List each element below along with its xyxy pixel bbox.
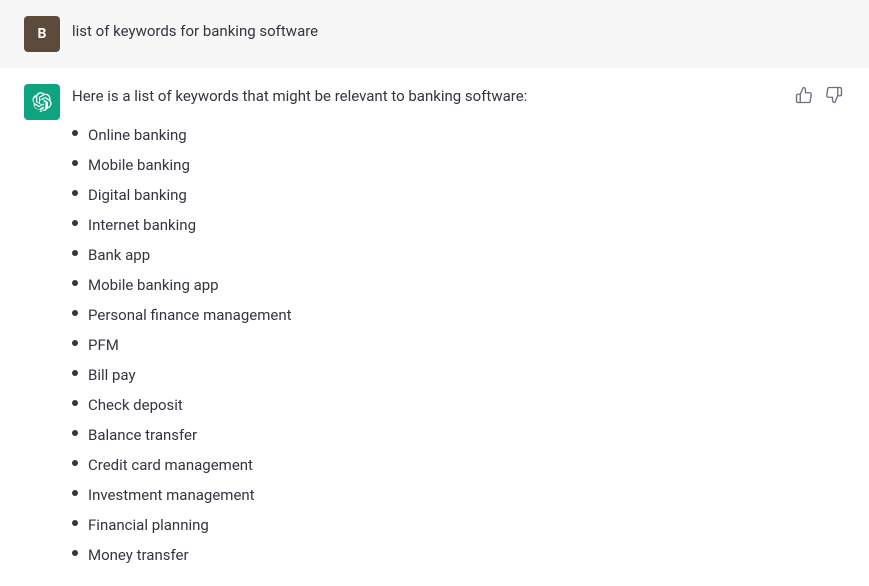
list-item: PFM: [72, 330, 845, 360]
keyword-text: Investment management: [88, 483, 255, 507]
list-item: Investment management: [72, 480, 845, 510]
bullet-icon: [72, 550, 78, 556]
keyword-text: Online banking: [88, 123, 187, 147]
keyword-text: Mobile banking: [88, 153, 190, 177]
list-item: Mobile banking app: [72, 270, 845, 300]
list-item: Bill pay: [72, 360, 845, 390]
keyword-text: Bank app: [88, 243, 150, 267]
thumbs-down-button[interactable]: [823, 84, 845, 106]
keyword-text: Balance transfer: [88, 423, 197, 447]
bullet-icon: [72, 220, 78, 226]
assistant-content: Here is a list of keywords that might be…: [72, 84, 845, 570]
bullet-icon: [72, 460, 78, 466]
user-message-text: list of keywords for banking software: [72, 16, 318, 40]
bullet-icon: [72, 130, 78, 136]
keyword-text: Mobile banking app: [88, 273, 219, 297]
bullet-icon: [72, 280, 78, 286]
avatar-letter: B: [38, 26, 47, 42]
bullet-icon: [72, 490, 78, 496]
keyword-text: Financial planning: [88, 513, 209, 537]
list-item: Mobile banking: [72, 150, 845, 180]
list-item: Balance transfer: [72, 420, 845, 450]
keyword-text: Money transfer: [88, 543, 189, 567]
keyword-text: Digital banking: [88, 183, 187, 207]
keyword-text: Bill pay: [88, 363, 136, 387]
bullet-icon: [72, 340, 78, 346]
assistant-intro: Here is a list of keywords that might be…: [72, 84, 845, 108]
thumbs-up-button[interactable]: [793, 84, 815, 106]
assistant-avatar: [24, 84, 60, 120]
keyword-text: Personal finance management: [88, 303, 292, 327]
assistant-message: Here is a list of keywords that might be…: [0, 68, 869, 586]
feedback-buttons: [793, 84, 845, 106]
list-item: Digital banking: [72, 180, 845, 210]
bullet-icon: [72, 310, 78, 316]
keywords-list: Online banking Mobile banking Digital bank…: [72, 120, 845, 570]
thumbs-down-icon: [825, 86, 843, 104]
user-message: B list of keywords for banking software: [0, 0, 869, 68]
bullet-icon: [72, 190, 78, 196]
list-item: Internet banking: [72, 210, 845, 240]
bullet-icon: [72, 370, 78, 376]
bullet-icon: [72, 400, 78, 406]
list-item: Credit card management: [72, 450, 845, 480]
chatgpt-logo-icon: [32, 92, 52, 112]
keyword-text: PFM: [88, 333, 119, 357]
thumbs-up-icon: [795, 86, 813, 104]
list-item: Personal finance management: [72, 300, 845, 330]
user-avatar: B: [24, 16, 60, 52]
keyword-text: Internet banking: [88, 213, 196, 237]
list-item: Money transfer: [72, 540, 845, 570]
bullet-icon: [72, 430, 78, 436]
bullet-icon: [72, 160, 78, 166]
list-item: Bank app: [72, 240, 845, 270]
keyword-text: Credit card management: [88, 453, 253, 477]
list-item: Check deposit: [72, 390, 845, 420]
keyword-text: Check deposit: [88, 393, 183, 417]
list-item: Financial planning: [72, 510, 845, 540]
bullet-icon: [72, 520, 78, 526]
bullet-icon: [72, 250, 78, 256]
list-item: Online banking: [72, 120, 845, 150]
